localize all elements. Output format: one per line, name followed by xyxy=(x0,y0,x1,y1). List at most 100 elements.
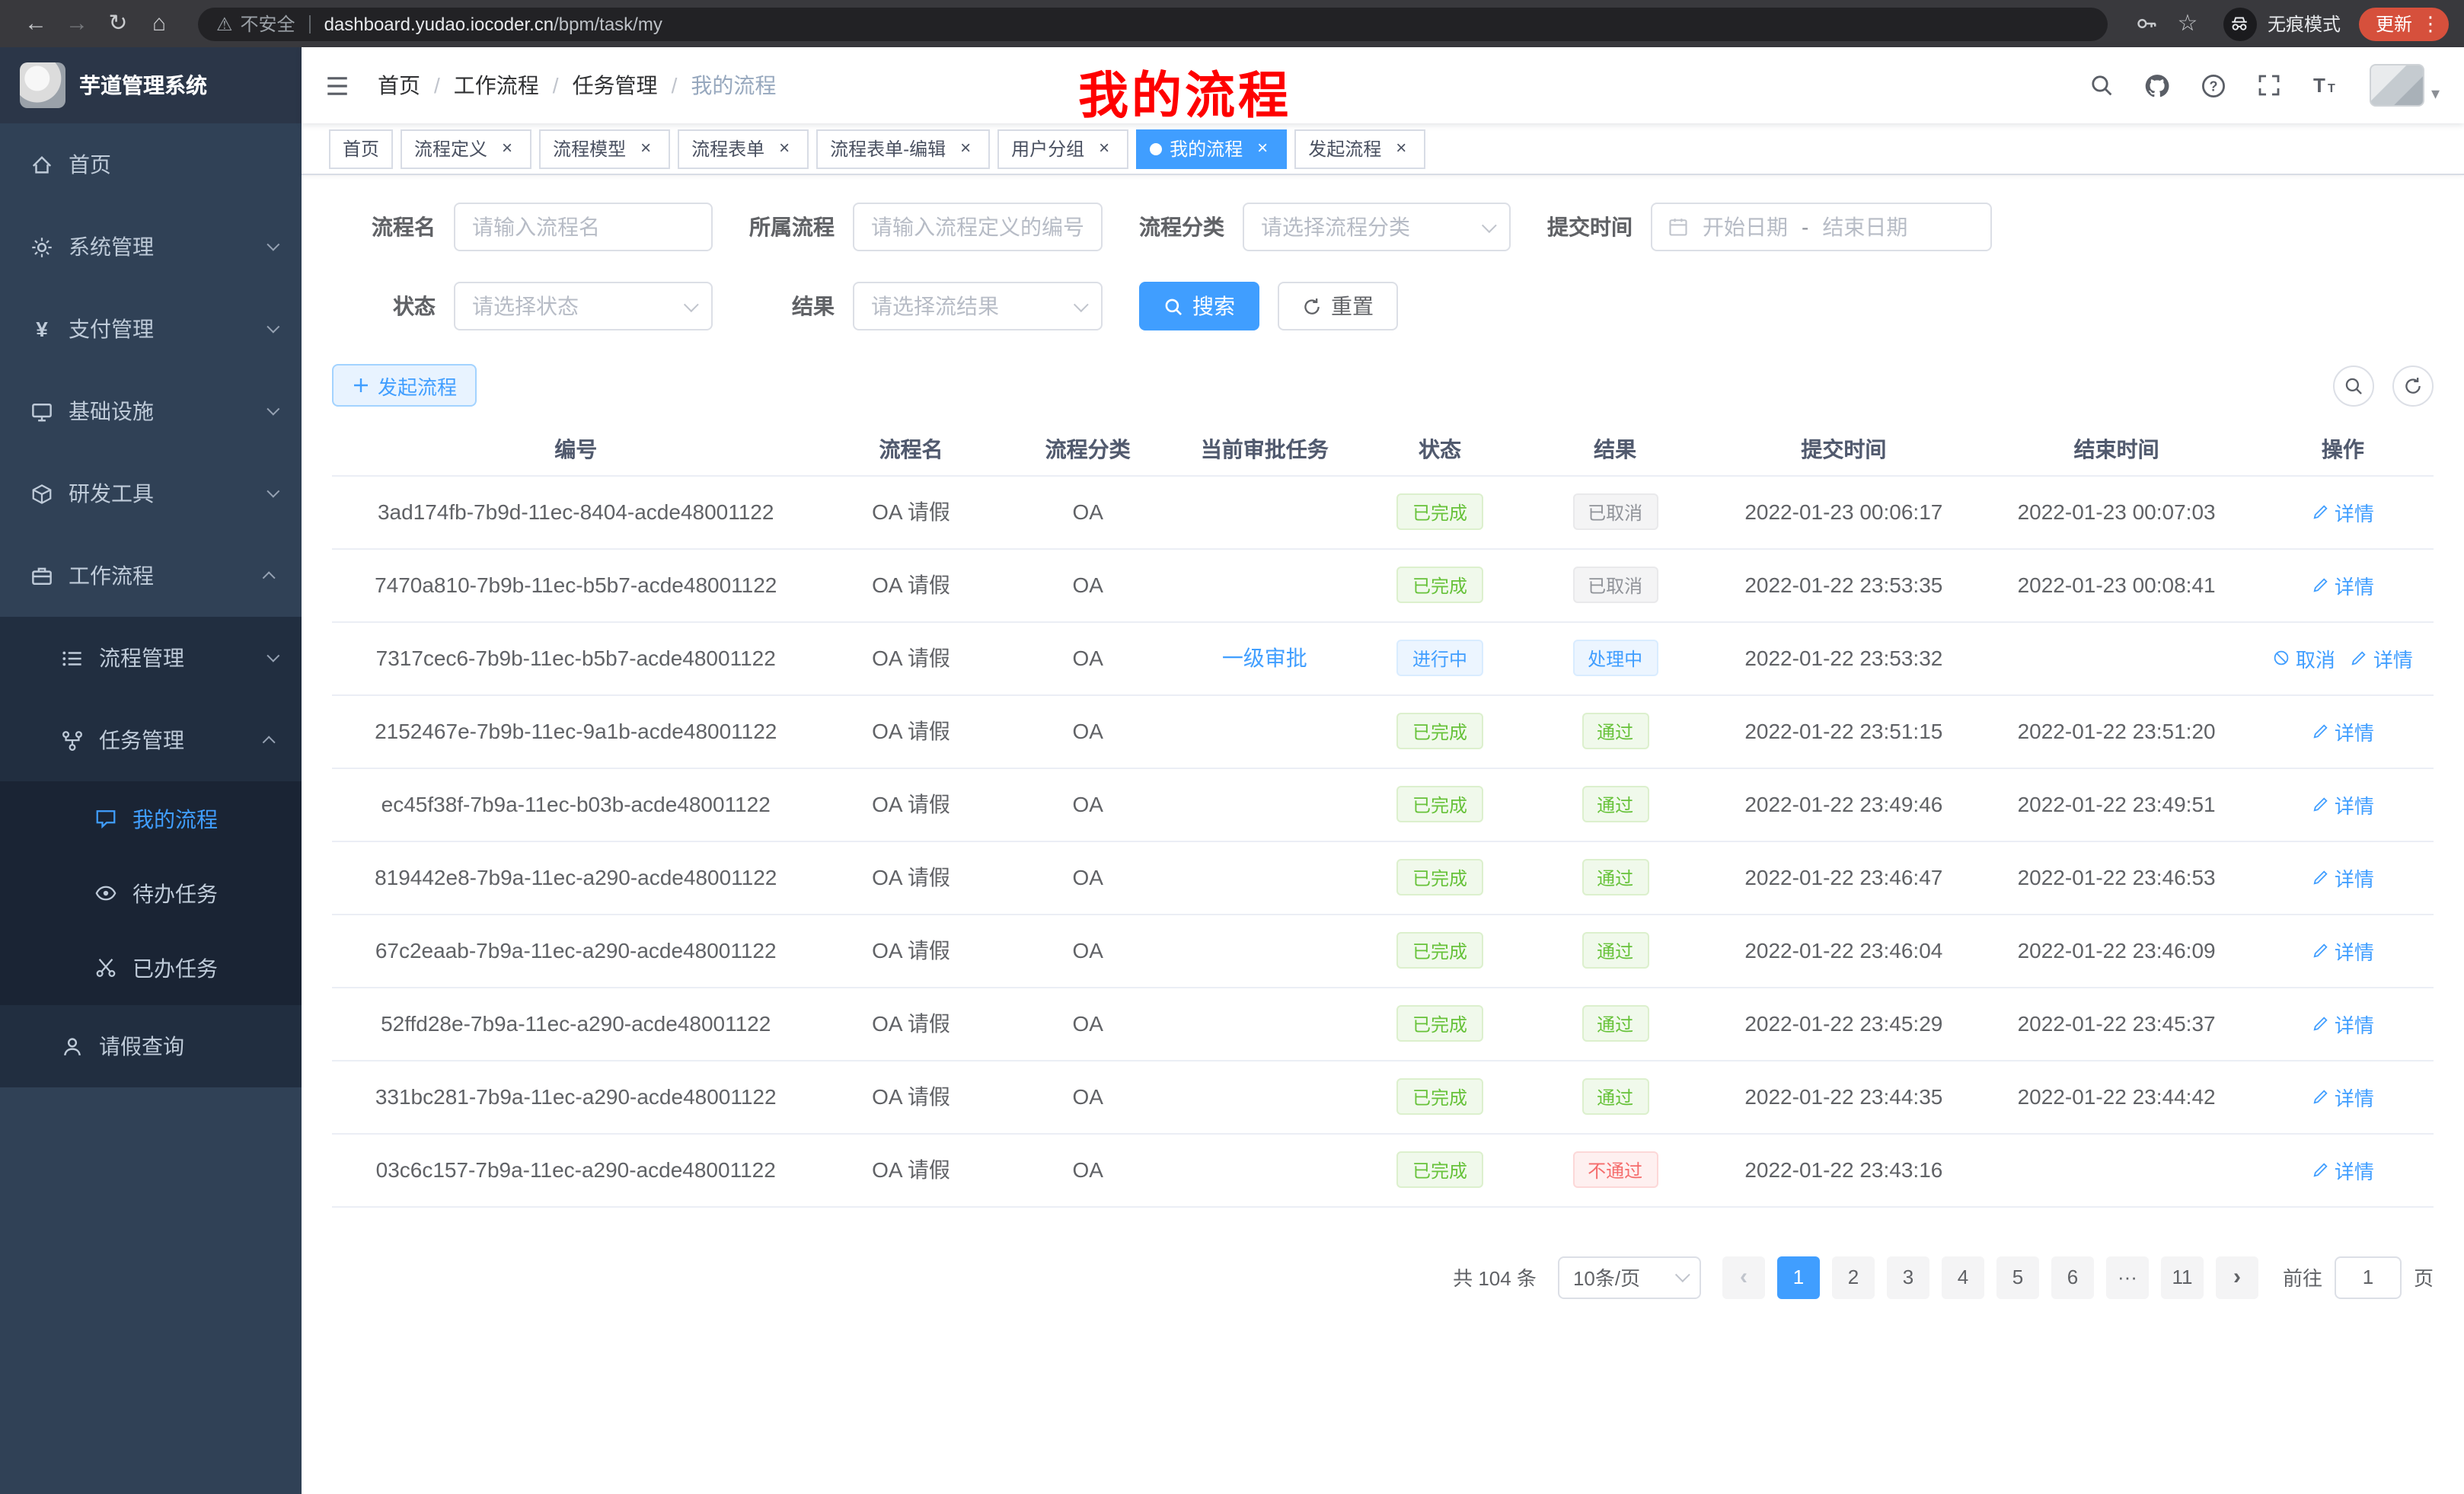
user-menu[interactable]: ▾ xyxy=(2370,64,2440,107)
reset-button[interactable]: 重置 xyxy=(1278,282,1398,330)
status-tag: 已完成 xyxy=(1397,493,1483,530)
page-button[interactable]: 2 xyxy=(1832,1256,1875,1298)
tab-process-form-edit[interactable]: 流程表单-编辑 × xyxy=(816,129,990,168)
close-icon[interactable]: × xyxy=(496,138,518,159)
sidebar-item-system[interactable]: 系统管理 xyxy=(0,206,302,288)
tab-start-process[interactable]: 发起流程 × xyxy=(1294,129,1425,168)
column-header: 流程分类 xyxy=(1003,423,1173,475)
detail-link[interactable]: 详情 xyxy=(2312,1082,2374,1111)
close-icon[interactable]: × xyxy=(955,138,976,159)
owner-process-input[interactable] xyxy=(871,215,1084,239)
font-size-icon[interactable]: TT xyxy=(2312,73,2340,97)
result-select[interactable]: 请选择流结果 xyxy=(853,282,1103,330)
incognito-icon xyxy=(2223,7,2257,40)
sidebar-item-process-management[interactable]: 流程管理 xyxy=(0,617,302,699)
detail-link[interactable]: 详情 xyxy=(2312,497,2374,526)
update-button[interactable]: 更新 ⋮ xyxy=(2359,7,2449,40)
search-icon[interactable] xyxy=(2090,73,2115,97)
avatar[interactable] xyxy=(2370,64,2425,107)
refresh-button[interactable] xyxy=(2392,365,2434,406)
page-size-select[interactable]: 10条/页 xyxy=(1558,1256,1701,1298)
tab-process-definition[interactable]: 流程定义 × xyxy=(401,129,531,168)
page-button[interactable]: 4 xyxy=(1942,1256,1984,1298)
page-button[interactable]: 3 xyxy=(1887,1256,1929,1298)
chevron-down-icon: ▾ xyxy=(2431,87,2440,104)
sidebar-item-my-process[interactable]: 我的流程 xyxy=(0,781,302,856)
detail-link[interactable]: 详情 xyxy=(2312,863,2374,892)
date-range-picker[interactable]: 开始日期 - 结束日期 xyxy=(1651,203,1992,251)
sidebar-item-payment[interactable]: ¥ 支付管理 xyxy=(0,288,302,370)
cell-end-time: 2022-01-23 00:07:03 xyxy=(1980,475,2252,548)
hamburger-icon[interactable] xyxy=(324,72,350,98)
detail-link[interactable]: 详情 xyxy=(2312,790,2374,819)
detail-link[interactable]: 详情 xyxy=(2312,1009,2374,1038)
detail-link[interactable]: 详情 xyxy=(2312,1155,2374,1184)
detail-link[interactable]: 详情 xyxy=(2312,936,2374,965)
sidebar-item-dev-tools[interactable]: 研发工具 xyxy=(0,452,302,535)
close-icon[interactable]: × xyxy=(774,138,795,159)
page-button[interactable]: 6 xyxy=(2051,1256,2094,1298)
search-button[interactable]: 搜索 xyxy=(1139,282,1259,330)
current-task-link[interactable]: 一级审批 xyxy=(1222,646,1307,670)
cancel-icon xyxy=(2273,649,2291,667)
detail-link[interactable]: 详情 xyxy=(2351,643,2413,672)
tab-process-form[interactable]: 流程表单 × xyxy=(678,129,809,168)
close-icon[interactable]: × xyxy=(1252,138,1273,159)
tab-user-group[interactable]: 用户分组 × xyxy=(997,129,1128,168)
show-search-button[interactable] xyxy=(2333,365,2374,406)
browser-back-icon[interactable]: ← xyxy=(15,12,56,35)
process-name-input[interactable] xyxy=(472,215,694,239)
tab-label: 首页 xyxy=(343,136,379,161)
chat-bubble-icon xyxy=(94,807,117,830)
close-icon[interactable]: × xyxy=(1093,138,1115,159)
tab-process-model[interactable]: 流程模型 × xyxy=(539,129,670,168)
browser-forward-icon[interactable]: → xyxy=(56,12,97,35)
sidebar-item-workflow[interactable]: 工作流程 xyxy=(0,535,302,617)
bookmark-star-icon[interactable]: ☆ xyxy=(2167,12,2208,35)
github-icon[interactable] xyxy=(2145,72,2171,98)
close-icon[interactable]: × xyxy=(635,138,656,159)
detail-link[interactable]: 详情 xyxy=(2312,717,2374,745)
sidebar-item-task-management[interactable]: 任务管理 xyxy=(0,699,302,781)
chevron-up-icon xyxy=(263,571,276,584)
page-button[interactable]: 11 xyxy=(2161,1256,2204,1298)
fullscreen-icon[interactable] xyxy=(2258,73,2282,97)
sidebar-item-home[interactable]: 首页 xyxy=(0,123,302,206)
prev-page-button[interactable]: ‹ xyxy=(1722,1256,1765,1298)
cell-result: 已取消 xyxy=(1524,548,1706,621)
next-page-button[interactable]: › xyxy=(2216,1256,2258,1298)
page-button[interactable]: 5 xyxy=(1996,1256,2039,1298)
more-pages-button[interactable]: ··· xyxy=(2106,1256,2149,1298)
password-key-icon[interactable] xyxy=(2126,11,2167,35)
goto-page-input[interactable] xyxy=(2335,1256,2402,1298)
url-path: /bpm/task/my xyxy=(554,13,662,34)
sidebar-item-done-tasks[interactable]: 已办任务 xyxy=(0,931,302,1005)
cell-task xyxy=(1173,768,1356,841)
detail-link[interactable]: 详情 xyxy=(2312,570,2374,599)
sidebar-item-label: 任务管理 xyxy=(99,725,184,755)
start-process-button[interactable]: 发起流程 xyxy=(332,364,477,407)
sidebar-item-leave-query[interactable]: 请假查询 xyxy=(0,1005,302,1087)
help-icon[interactable]: ? xyxy=(2201,72,2227,98)
browser-reload-icon[interactable]: ↻ xyxy=(97,12,139,35)
breadcrumb-item[interactable]: 首页 xyxy=(378,70,420,101)
page-button[interactable]: 1 xyxy=(1777,1256,1820,1298)
tab-home[interactable]: 首页 xyxy=(329,129,393,168)
cell-task xyxy=(1173,987,1356,1060)
cancel-link[interactable]: 取消 xyxy=(2273,643,2335,672)
status-select[interactable]: 请选择状态 xyxy=(454,282,713,330)
incognito-badge: 无痕模式 xyxy=(2223,7,2341,40)
breadcrumb-item[interactable]: 任务管理 xyxy=(573,70,658,101)
tab-my-process[interactable]: 我的流程 × xyxy=(1136,129,1287,168)
sidebar-item-todo-tasks[interactable]: 待办任务 xyxy=(0,856,302,931)
category-select[interactable]: 请选择流程分类 xyxy=(1243,203,1511,251)
refresh-icon xyxy=(2403,375,2423,395)
address-bar[interactable]: ⚠ 不安全 dashboard.yudao.iocoder.cn/bpm/tas… xyxy=(198,7,2108,40)
sidebar-item-infrastructure[interactable]: 基础设施 xyxy=(0,370,302,452)
scissors-icon xyxy=(94,956,117,979)
breadcrumb-item[interactable]: 工作流程 xyxy=(454,70,539,101)
browser-home-icon[interactable]: ⌂ xyxy=(139,12,180,35)
close-icon[interactable]: × xyxy=(1390,138,1412,159)
browser-menu-icon[interactable]: ⋮ xyxy=(2420,11,2441,36)
chevron-down-icon xyxy=(1482,217,1497,232)
